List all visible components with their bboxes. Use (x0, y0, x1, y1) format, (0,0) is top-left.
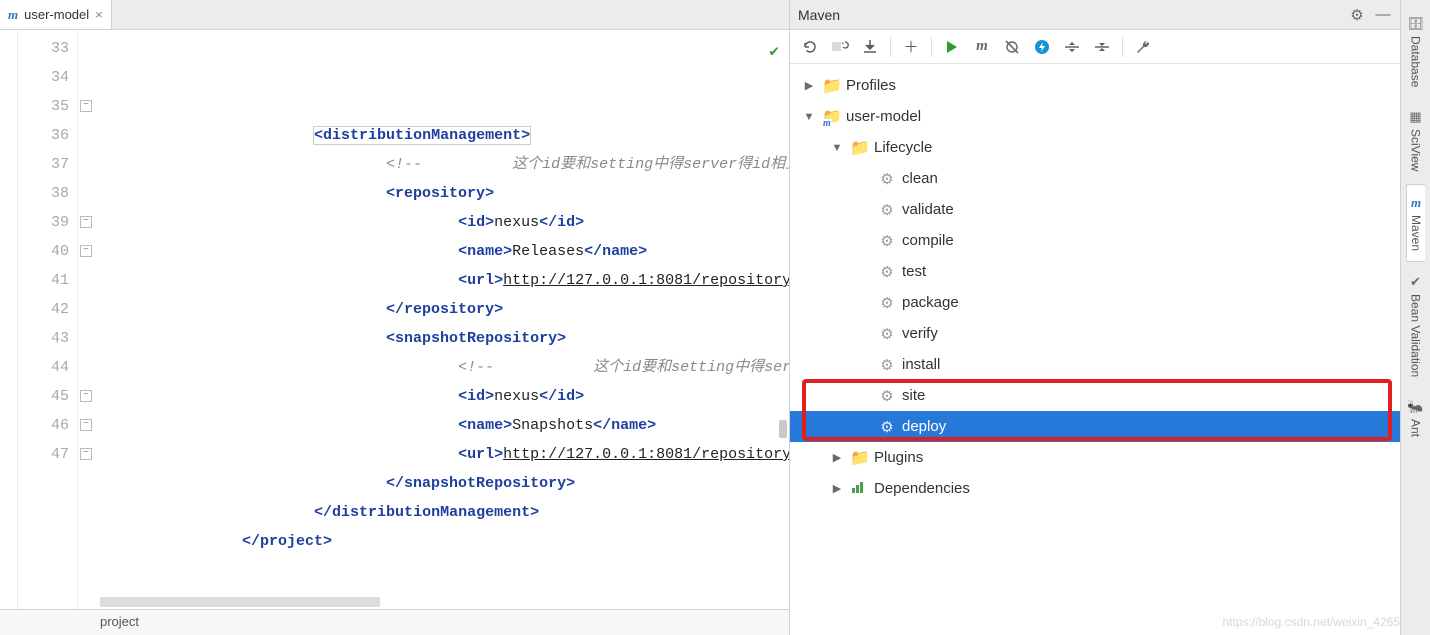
maven-file-icon: m (8, 7, 18, 23)
gear-icon: ⚙ (878, 170, 896, 188)
watermark: https://blog.csdn.net/weixin_4265 (1223, 615, 1400, 629)
folder-icon: 📁 (850, 448, 868, 468)
tree-node-compile[interactable]: ⚙ compile (790, 225, 1400, 256)
gear-icon[interactable]: ⚙ (1348, 6, 1366, 24)
toolwindow-tab-ant[interactable]: 🐜Ant (1405, 389, 1425, 447)
maven-panel-title: Maven (798, 7, 1340, 23)
toolbar-collapse-button[interactable] (1088, 34, 1116, 60)
analysis-ok-icon: ✔ (769, 38, 779, 67)
expand-arrow-icon[interactable]: ▶ (830, 451, 844, 464)
minimize-icon[interactable]: — (1374, 6, 1392, 24)
toolbar-run-button[interactable] (938, 34, 966, 60)
toolbar-m-button[interactable]: m (968, 34, 996, 60)
fold-toggle[interactable]: − (80, 216, 92, 228)
tree-node-label: Plugins (874, 449, 923, 466)
expand-arrow-icon[interactable]: ▼ (830, 142, 844, 154)
tree-node-label: Dependencies (874, 480, 970, 497)
fold-toggle[interactable]: − (80, 419, 92, 431)
tree-node-install[interactable]: ⚙ install (790, 349, 1400, 380)
toolbar-generate-button[interactable] (826, 34, 854, 60)
tree-node-label: compile (902, 232, 954, 249)
folder-icon: 📁 (850, 138, 868, 158)
editor-tabbar: m user-model × (0, 0, 789, 30)
toolwindow-tab-maven[interactable]: mMaven (1406, 184, 1425, 262)
code-content[interactable]: ✔ <distributionManagement> <!-- 这个id要和se… (96, 30, 789, 609)
fold-toggle[interactable]: − (80, 390, 92, 402)
fold-toggle[interactable]: − (80, 448, 92, 460)
gear-icon: ⚙ (878, 294, 896, 312)
toolbar-add-button[interactable]: ＋ (897, 34, 925, 60)
tree-node-package[interactable]: ⚙ package (790, 287, 1400, 318)
toolbar-bolt-button[interactable] (1028, 34, 1056, 60)
tree-node-label: user-model (846, 108, 921, 125)
editor-area: m user-model × 3334353637383940414243444… (0, 0, 790, 635)
toolbar-skip-button[interactable] (998, 34, 1026, 60)
gear-icon: ⚙ (878, 232, 896, 250)
tree-node-label: Lifecycle (874, 139, 932, 156)
tree-node-verify[interactable]: ⚙ verify (790, 318, 1400, 349)
tree-node-validate[interactable]: ⚙ validate (790, 194, 1400, 225)
breadcrumb[interactable]: project (0, 609, 789, 635)
toolwindow-tab-database[interactable]: 🗄Database (1405, 6, 1426, 97)
toolwindow-tab-sciview[interactable]: ▦SciView (1407, 99, 1425, 181)
expand-arrow-icon[interactable]: ▶ (830, 482, 844, 495)
folder-icon: 📁 (822, 76, 840, 96)
toolbar-download-button[interactable] (856, 34, 884, 60)
tree-node-clean[interactable]: ⚙ clean (790, 163, 1400, 194)
code-editor[interactable]: 333435363738394041424344454647 − − − − − − ✔ … (0, 30, 789, 609)
tree-node-label: package (902, 294, 959, 311)
tree-node-user-model[interactable]: ▼ 📁m user-model (790, 101, 1400, 132)
tree-node-profiles[interactable]: ▶ 📁 Profiles (790, 70, 1400, 101)
tree-node-label: verify (902, 325, 938, 342)
maven-panel-header: Maven ⚙ — (790, 0, 1400, 30)
tree-node-label: site (902, 387, 925, 404)
left-gutter-strip (0, 30, 18, 609)
close-icon[interactable]: × (95, 7, 103, 22)
tree-node-lifecycle[interactable]: ▼ 📁 Lifecycle (790, 132, 1400, 163)
tree-node-label: validate (902, 201, 954, 218)
maven-toolbar: ＋m (790, 30, 1400, 64)
gear-icon: ⚙ (878, 263, 896, 281)
expand-arrow-icon[interactable]: ▶ (802, 79, 816, 92)
toolbar-wrench-button[interactable] (1129, 34, 1157, 60)
tree-node-label: test (902, 263, 926, 280)
vertical-scrollbar[interactable] (777, 70, 789, 440)
maven-tree[interactable]: ▶ 📁 Profiles ▼ 📁m user-model ▼ 📁 Lifecycle ⚙ clean… (790, 64, 1400, 635)
toolbar-reload-button[interactable] (796, 34, 824, 60)
gear-icon: ⚙ (878, 387, 896, 405)
gear-icon: ⚙ (878, 325, 896, 343)
tree-node-site[interactable]: ⚙ site (790, 380, 1400, 411)
tree-node-test[interactable]: ⚙ test (790, 256, 1400, 287)
horizontal-scrollbar[interactable] (100, 595, 779, 609)
maven-panel: Maven ⚙ — ＋m ▶📁Profiles▼📁muser-model▼📁Li… (790, 0, 1400, 635)
right-tool-strip: 🗄Database ▦SciView mMaven ✔Bean Validation 🐜… (1400, 0, 1430, 635)
tree-node-label: install (902, 356, 940, 373)
tree-node-label: Profiles (846, 77, 896, 94)
toolwindow-tab-bean-validation[interactable]: ✔Bean Validation (1407, 264, 1425, 387)
fold-toggle[interactable]: − (80, 100, 92, 112)
tree-node-label: deploy (902, 418, 946, 435)
fold-toggle[interactable]: − (80, 245, 92, 257)
toolbar-expand-button[interactable] (1058, 34, 1086, 60)
gear-icon: ⚙ (878, 201, 896, 219)
editor-tab-user-model[interactable]: m user-model × (0, 0, 112, 29)
fold-column[interactable]: − − − − − − (78, 30, 96, 609)
dependencies-icon (850, 480, 868, 498)
tree-node-plugins[interactable]: ▶ 📁 Plugins (790, 442, 1400, 473)
gear-icon: ⚙ (878, 356, 896, 374)
gear-icon: ⚙ (878, 418, 896, 436)
tree-node-dependencies[interactable]: ▶ Dependencies (790, 473, 1400, 504)
editor-tab-title: user-model (24, 7, 89, 22)
tree-node-label: clean (902, 170, 938, 187)
module-icon: 📁m (822, 107, 840, 127)
tree-node-deploy[interactable]: ⚙ deploy (790, 411, 1400, 442)
line-number-gutter: 333435363738394041424344454647 (18, 30, 78, 609)
expand-arrow-icon[interactable]: ▼ (802, 111, 816, 123)
